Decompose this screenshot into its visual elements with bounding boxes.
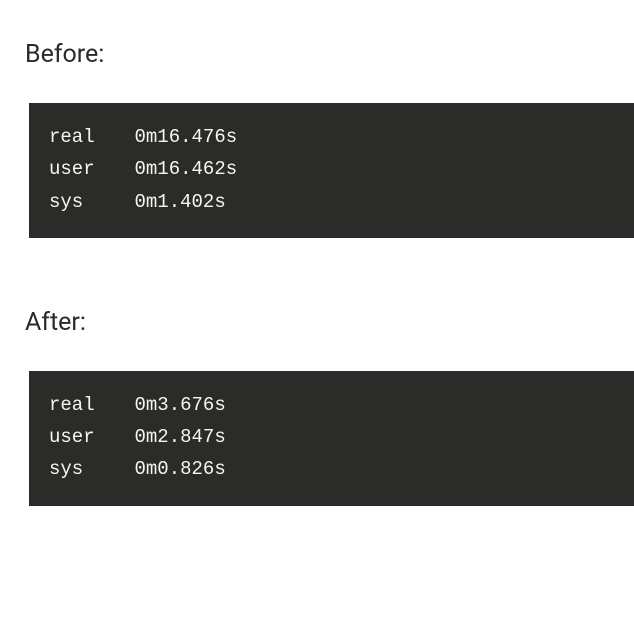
timing-row: sys 0m0.826s — [49, 458, 226, 480]
timing-row: sys 0m1.402s — [49, 191, 226, 213]
before-code-block: real 0m16.476s user 0m16.462s sys 0m1.40… — [29, 103, 634, 238]
timing-row: user 0m2.847s — [49, 426, 226, 448]
timing-row: real 0m16.476s — [49, 126, 237, 148]
timing-value: 0m2.847s — [135, 426, 226, 448]
after-code-block: real 0m3.676s user 0m2.847s sys 0m0.826s — [29, 371, 634, 506]
timing-label: sys — [49, 186, 100, 218]
timing-value: 0m16.476s — [135, 126, 238, 148]
timing-label: sys — [49, 453, 100, 485]
timing-row: user 0m16.462s — [49, 158, 237, 180]
timing-value: 0m1.402s — [135, 191, 226, 213]
timing-label: user — [49, 421, 100, 453]
before-heading: Before: — [25, 40, 609, 69]
timing-label: user — [49, 153, 100, 185]
timing-label: real — [49, 121, 100, 153]
timing-row: real 0m3.676s — [49, 394, 226, 416]
timing-value: 0m16.462s — [135, 158, 238, 180]
after-heading: After: — [25, 308, 609, 337]
timing-value: 0m0.826s — [135, 458, 226, 480]
timing-value: 0m3.676s — [135, 394, 226, 416]
timing-label: real — [49, 389, 100, 421]
